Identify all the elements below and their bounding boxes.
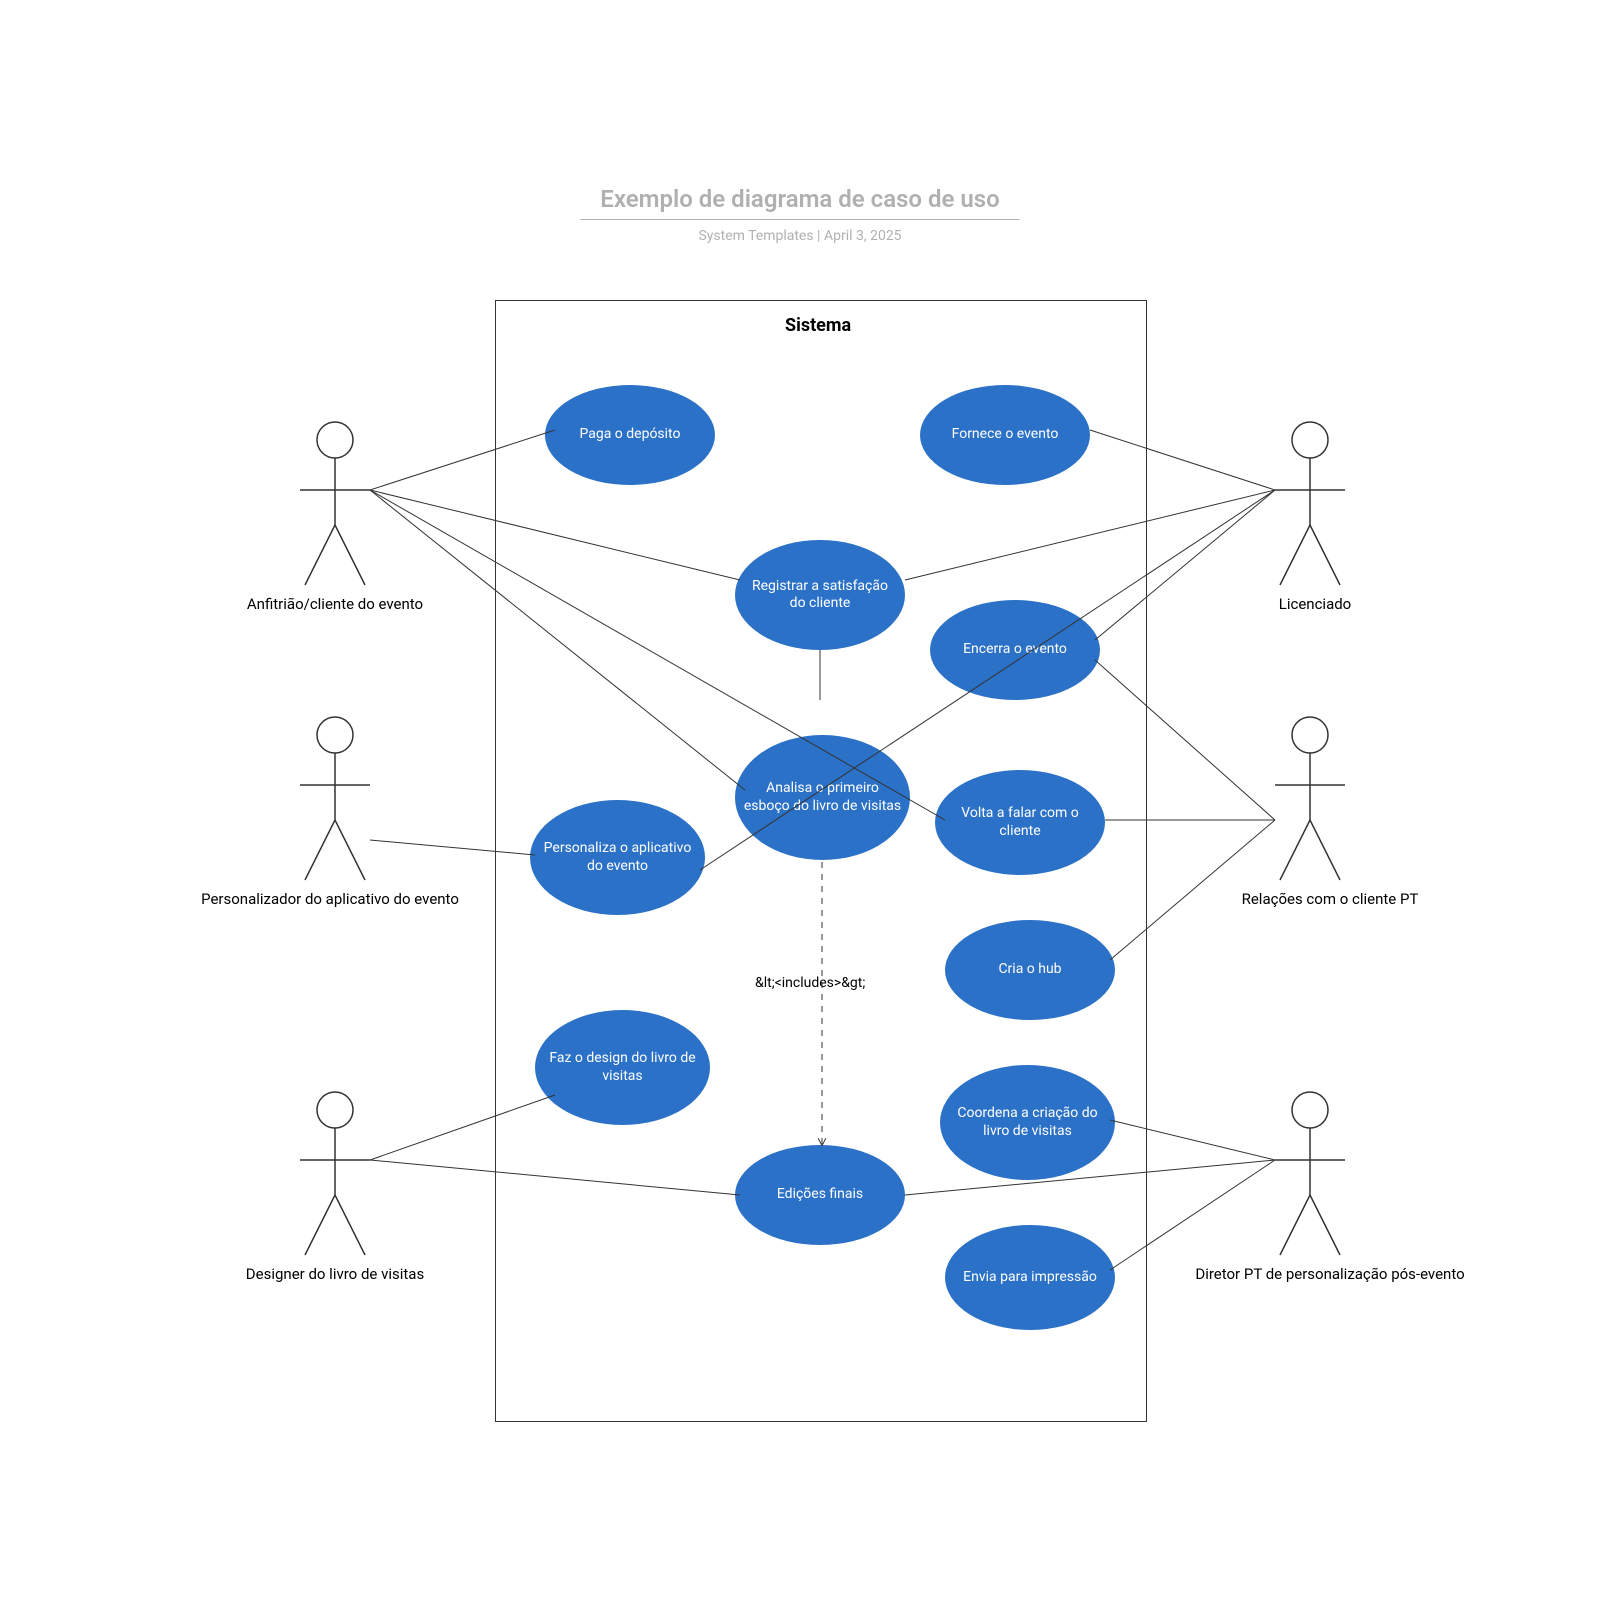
usecase-review: Analisa o primeiro esboço do livro de vi…: [735, 735, 910, 860]
usecase-deposit: Paga o depósito: [545, 385, 715, 485]
diagram-title: Exemplo de diagrama de caso de uso: [580, 185, 1019, 220]
actor-director-label: Diretor PT de personalização pós-evento: [1190, 1265, 1470, 1285]
usecase-print: Envia para impressão: [945, 1225, 1115, 1330]
actor-licensee-label: Licenciado: [1215, 595, 1415, 615]
usecase-customize: Personaliza o aplicativo do evento: [530, 800, 705, 915]
diagram-subtitle: System Templates | April 3, 2025: [698, 228, 901, 244]
includes-label: &lt;<includes>&gt;: [755, 975, 865, 991]
actor-host-icon: [300, 422, 370, 585]
subtitle-date: April 3, 2025: [824, 228, 902, 244]
actor-host-label: Anfitrião/cliente do evento: [215, 595, 455, 615]
usecase-followup: Volta a falar com o cliente: [935, 770, 1105, 875]
usecase-hub: Cria o hub: [945, 920, 1115, 1020]
actor-licensee-icon: [1275, 422, 1345, 585]
actor-relations-icon: [1275, 717, 1345, 880]
actor-designer-label: Designer do livro de visitas: [215, 1265, 455, 1285]
actor-customizer-icon: [300, 717, 370, 880]
usecase-coord: Coordena a criação do livro de visitas: [940, 1065, 1115, 1180]
actor-designer-icon: [300, 1092, 370, 1255]
usecase-final: Edições finais: [735, 1145, 905, 1245]
subtitle-sep: |: [814, 228, 824, 244]
actor-director-icon: [1275, 1092, 1345, 1255]
usecase-close: Encerra o evento: [930, 600, 1100, 700]
usecase-provide: Fornece o evento: [920, 385, 1090, 485]
usecase-design: Faz o design do livro de visitas: [535, 1010, 710, 1125]
actor-customizer-label: Personalizador do aplicativo do evento: [200, 890, 460, 910]
system-label: Sistema: [785, 315, 851, 336]
subtitle-author: System Templates: [698, 228, 813, 244]
usecase-satisfaction: Registrar a satisfação do cliente: [735, 540, 905, 650]
actor-relations-label: Relações com o cliente PT: [1200, 890, 1460, 910]
